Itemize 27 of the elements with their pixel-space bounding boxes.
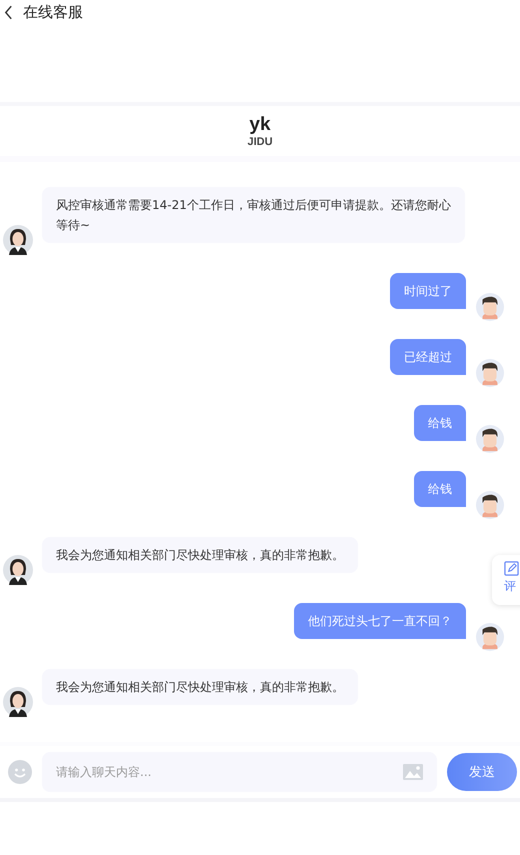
user-avatar — [476, 491, 504, 519]
back-icon[interactable] — [4, 4, 13, 20]
emoji-icon[interactable] — [8, 760, 32, 784]
agent-name: yk — [249, 114, 271, 136]
user-avatar — [476, 623, 504, 651]
message-bubble: 时间过了 — [390, 273, 466, 309]
edit-icon — [504, 561, 519, 576]
rate-label: 评 — [504, 578, 516, 595]
page-title: 在线客服 — [23, 2, 83, 22]
message-bubble: 我会为您通知相关部门尽快处理审核，真的非常抱歉。 — [42, 669, 358, 705]
user-avatar — [476, 359, 504, 387]
message-bubble: 给钱 — [414, 405, 466, 441]
rate-tab[interactable]: 评 — [492, 555, 520, 605]
message-bubble: 他们死过头七了一直不回？ — [294, 603, 466, 639]
user-avatar — [476, 293, 504, 321]
message-bubble: 风控审核通常需要14-21个工作日，审核通过后便可申请提款。还请您耐心等待~ — [42, 187, 465, 243]
message-bubble: 已经超过 — [390, 339, 466, 375]
message-input[interactable]: 请输入聊天内容... — [42, 752, 437, 792]
agent-avatar — [3, 225, 33, 255]
send-button[interactable]: 发送 — [447, 753, 517, 791]
agent-avatar — [3, 687, 33, 717]
agent-avatar — [3, 555, 33, 585]
message-bubble: 我会为您通知相关部门尽快处理审核，真的非常抱歉。 — [42, 537, 358, 573]
agent-company: JIDU — [247, 136, 273, 148]
user-avatar — [476, 425, 504, 453]
image-icon[interactable] — [403, 764, 423, 780]
message-bubble: 给钱 — [414, 471, 466, 507]
